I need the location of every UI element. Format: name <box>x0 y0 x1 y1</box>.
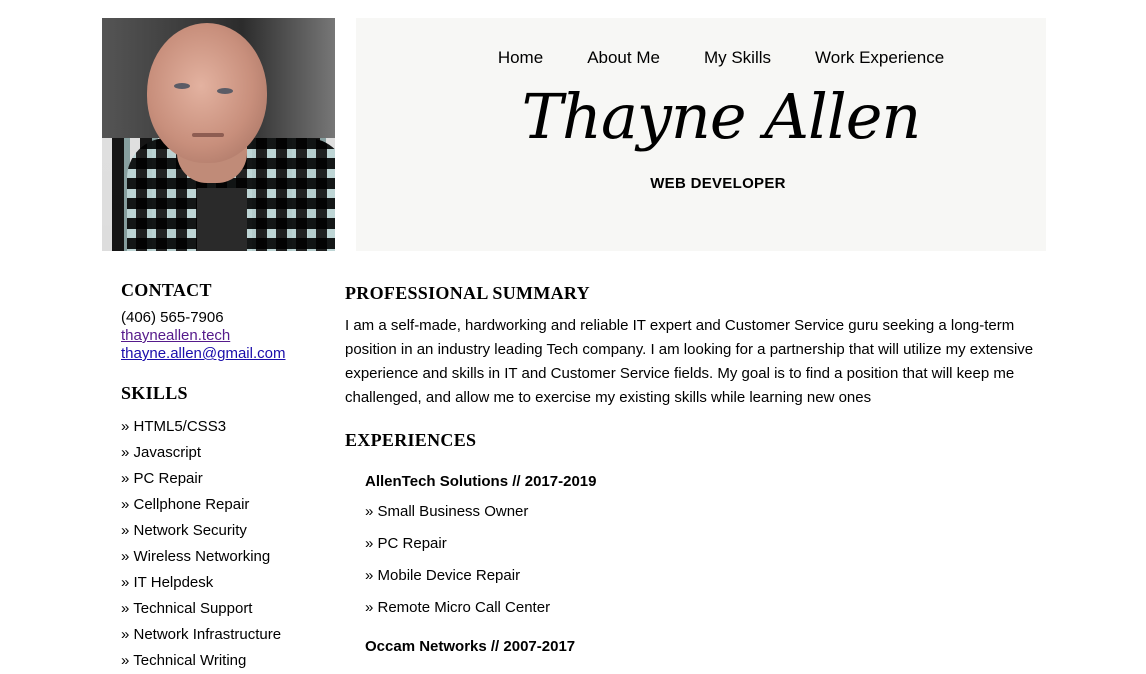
nav-about-me[interactable]: About Me <box>587 48 660 68</box>
skill-item: » HTML5/CSS3 <box>121 418 227 435</box>
profile-photo <box>102 18 335 251</box>
job-duties: » Small Business Owner » PC Repair » Mob… <box>365 496 1035 624</box>
summary-text: I am a self-made, hardworking and reliab… <box>345 317 1034 406</box>
main-nav: Home About Me My Skills Work Experience <box>356 48 1046 68</box>
job-role: WEB DEVELOPER <box>650 175 786 192</box>
skill-item: » PC Repair <box>121 470 203 487</box>
email-link[interactable]: thayne.allen@gmail.com <box>121 345 285 362</box>
job-title: Occam Networks // 2007-2017 <box>365 638 576 655</box>
skills-list: » HTML5/CSS3 » Javascript » PC Repair » … <box>121 414 331 674</box>
job-title: AllenTech Solutions // 2017-2019 <box>365 473 597 490</box>
skill-item: » Technical Support <box>121 600 253 617</box>
contact-phone: (406) 565-7906 <box>121 309 224 326</box>
skill-item: » Technical Writing <box>121 652 247 669</box>
contact-heading: CONTACT <box>121 280 212 300</box>
skill-item: » Cellphone Repair <box>121 496 250 513</box>
site-name: Thayne Allen <box>521 80 922 153</box>
website-link[interactable]: thayneallen.tech <box>121 327 230 344</box>
duty-item: » PC Repair <box>365 535 447 552</box>
duty-item: » Remote Micro Call Center <box>365 599 551 616</box>
nav-work-experience[interactable]: Work Experience <box>815 48 944 68</box>
nav-home[interactable]: Home <box>498 48 543 68</box>
summary-heading: PROFESSIONAL SUMMARY <box>345 283 590 303</box>
header-banner: Home About Me My Skills Work Experience … <box>356 18 1046 251</box>
sidebar: CONTACT (406) 565-7906 thayneallen.tech … <box>121 280 331 674</box>
nav-my-skills[interactable]: My Skills <box>704 48 771 68</box>
duty-item: » Mobile Device Repair <box>365 567 521 584</box>
job-entry: Occam Networks // 2007-2017 <box>365 638 1035 655</box>
skills-heading: SKILLS <box>121 383 188 403</box>
skill-item: » Javascript <box>121 444 202 461</box>
job-entry: AllenTech Solutions // 2017-2019 » Small… <box>365 473 1035 624</box>
skill-item: » Wireless Networking <box>121 548 271 565</box>
skill-item: » Network Security <box>121 522 247 539</box>
skill-item: » IT Helpdesk <box>121 574 214 591</box>
main-content: PROFESSIONAL SUMMARY I am a self-made, h… <box>345 283 1035 655</box>
skill-item: » Network Infrastructure <box>121 626 282 643</box>
experiences-heading: EXPERIENCES <box>345 430 477 450</box>
duty-item: » Small Business Owner <box>365 503 529 520</box>
